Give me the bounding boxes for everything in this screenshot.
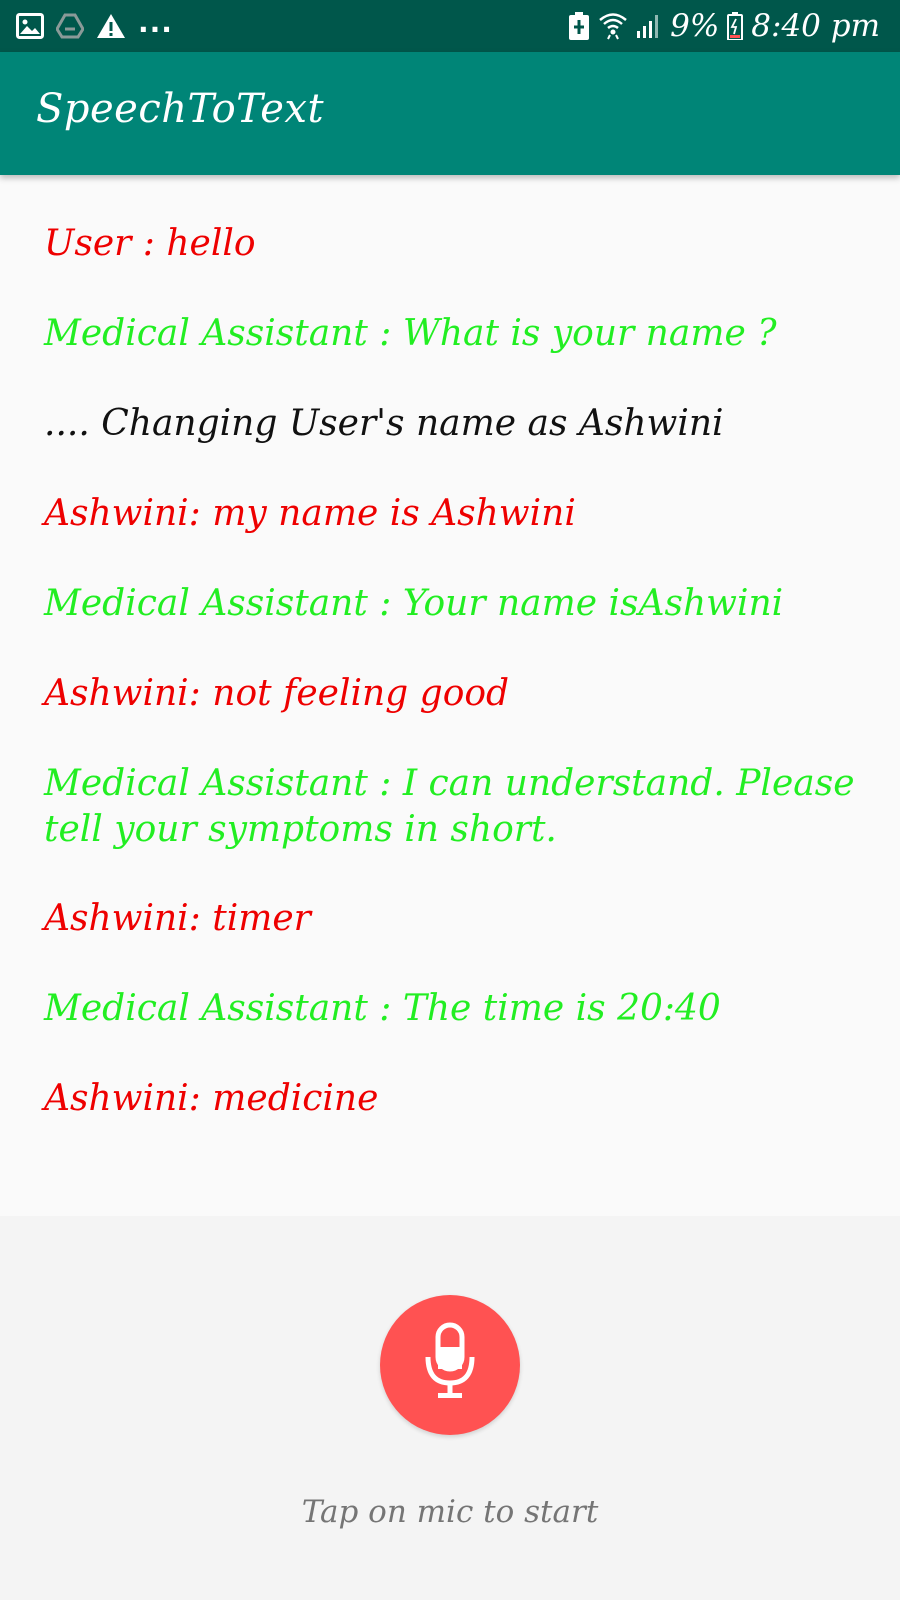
wifi-icon	[598, 11, 628, 41]
image-icon	[16, 13, 44, 39]
battery-icon	[727, 12, 744, 40]
mic-panel: Tap on mic to start	[0, 1216, 900, 1600]
user-message: Ashwini: not feeling good	[44, 673, 510, 714]
assistant-message: Medical Assistant : I can understand. Pl…	[44, 763, 855, 850]
assistant-message: Medical Assistant : What is your name ?	[44, 313, 777, 354]
user-message: User : hello	[44, 223, 256, 264]
system-message: .... Changing User's name as Ashwini	[44, 403, 724, 444]
microphone-icon	[420, 1321, 480, 1409]
user-message: Ashwini: my name is Ashwini	[44, 493, 576, 534]
status-bar: ... 9% 8:40 pm	[0, 0, 900, 52]
mic-hint-text: Tap on mic to start	[301, 1494, 599, 1530]
assistant-message: Medical Assistant : The time is 20:40	[44, 988, 721, 1029]
app-bar: SpeechToText	[0, 52, 900, 175]
clock: 8:40 pm	[751, 8, 880, 44]
conversation-list[interactable]: User : hello Medical Assistant : What is…	[0, 175, 900, 1128]
battery-saver-icon	[568, 12, 590, 40]
system-indicators: 9% 8:40 pm	[568, 8, 880, 44]
warning-icon	[96, 13, 126, 39]
battery-percent: 9%	[670, 8, 720, 44]
assistant-message: Medical Assistant : Your name isAshwini	[44, 583, 784, 624]
mic-button[interactable]	[380, 1295, 520, 1435]
more-notifications-indicator: ...	[138, 6, 173, 39]
signal-icon	[636, 13, 662, 39]
notification-icons: ...	[16, 6, 173, 42]
app-title: SpeechToText	[36, 86, 325, 132]
user-message: Ashwini: timer	[44, 898, 311, 939]
drive-icon	[56, 13, 84, 39]
user-message: Ashwini: medicine	[44, 1078, 379, 1119]
